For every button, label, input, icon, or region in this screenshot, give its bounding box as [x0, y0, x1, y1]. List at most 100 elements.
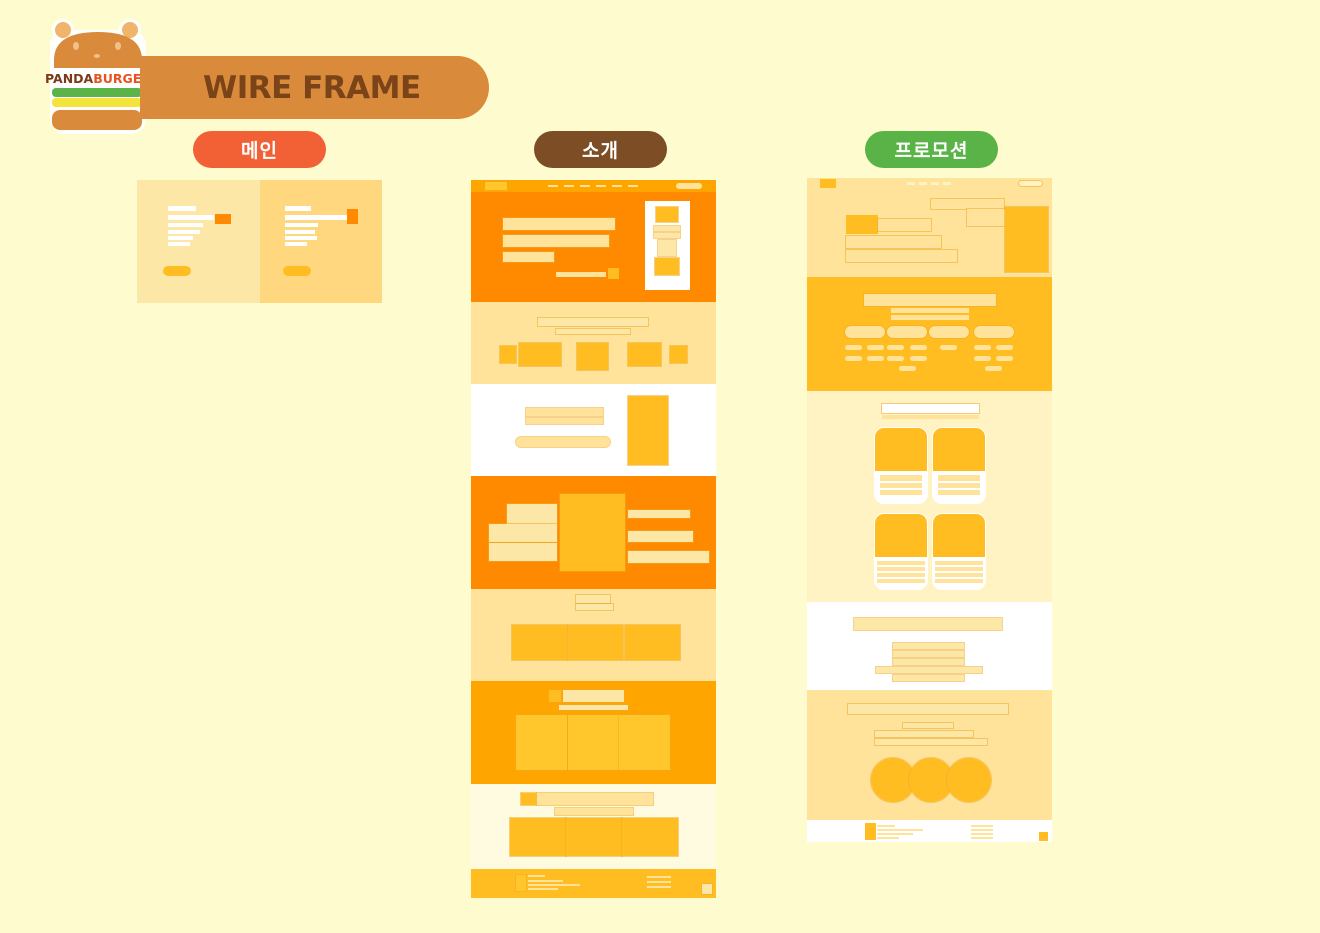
event-item	[985, 366, 1002, 371]
text-block	[168, 242, 190, 246]
coupons-heading	[881, 403, 980, 414]
events-subheading	[891, 315, 969, 320]
highlight-text	[506, 503, 558, 525]
event-item	[910, 356, 927, 361]
reviews-heading	[562, 689, 625, 703]
hero-link-line	[556, 272, 606, 277]
hero-line	[845, 249, 958, 263]
notice-line	[892, 658, 965, 666]
hero-line	[877, 218, 932, 232]
reviews-subheading	[558, 704, 629, 711]
about-wireframe	[471, 180, 716, 898]
hero-title-line	[502, 251, 555, 263]
nav-logo	[484, 181, 508, 191]
hero-image	[1004, 206, 1049, 273]
promo-coupons	[807, 391, 1052, 602]
reviews-icon	[548, 689, 562, 703]
coupon-card-line	[935, 573, 983, 577]
event-item	[867, 356, 884, 361]
footer-line	[971, 837, 993, 839]
brand-circle	[946, 757, 992, 803]
button-placeholder	[163, 266, 191, 276]
brand-heading	[847, 703, 1009, 715]
events-heading	[863, 293, 997, 307]
store-icon	[520, 792, 537, 806]
review-card	[618, 714, 671, 771]
coupon-card-image	[875, 428, 927, 471]
footer-line	[971, 833, 993, 835]
hero-title-line	[502, 234, 610, 248]
text-block	[285, 230, 315, 234]
events-subheading	[891, 308, 969, 313]
coupons-subheading	[882, 415, 979, 419]
text-block	[285, 223, 318, 227]
event-tab	[973, 325, 1015, 339]
coupon-card-image	[933, 428, 985, 471]
hero-label	[846, 215, 878, 234]
text-block	[285, 236, 317, 240]
text-block	[168, 215, 214, 220]
event-item	[996, 345, 1013, 350]
coupon-card-image	[933, 514, 985, 557]
notice-heading	[853, 617, 1003, 631]
section-subheading	[555, 328, 631, 335]
main-panel-right	[260, 180, 382, 303]
nav-logo	[820, 179, 836, 188]
highlight-line	[627, 530, 694, 543]
footer-line	[647, 876, 671, 878]
text-block	[285, 242, 307, 246]
promotion-wireframe	[807, 178, 1052, 842]
coupon-card-line	[935, 561, 983, 565]
accent-block	[347, 209, 358, 224]
image-placeholder	[653, 225, 681, 232]
nav-button	[1018, 180, 1043, 187]
footer-line	[528, 884, 580, 886]
store-card	[509, 817, 567, 857]
gallery-card	[511, 624, 568, 661]
highlight-line	[627, 550, 710, 564]
event-item	[887, 345, 904, 350]
highlight-text	[488, 523, 558, 543]
store-heading	[536, 792, 654, 806]
coupon-card-line	[877, 561, 925, 565]
brand-line	[874, 730, 974, 738]
button-placeholder	[283, 266, 311, 276]
coupon-card-line	[880, 483, 922, 488]
store-subheading	[554, 807, 634, 816]
coupon-card-line	[935, 579, 983, 583]
brand-line	[902, 722, 954, 729]
text-block	[168, 206, 196, 211]
text-block	[285, 215, 347, 220]
event-item	[974, 345, 991, 350]
feature-card	[627, 342, 662, 367]
notice-line	[892, 674, 965, 682]
hero-line	[966, 208, 1008, 227]
footer-line	[647, 886, 671, 888]
footer-line	[528, 875, 545, 877]
footer-line	[971, 829, 993, 831]
event-item	[899, 366, 916, 371]
feature-card	[518, 342, 562, 367]
gallery-card	[624, 624, 681, 661]
text-block	[168, 236, 193, 240]
story-text	[525, 407, 604, 417]
event-tab	[928, 325, 970, 339]
image-placeholder	[654, 257, 680, 276]
text-block	[285, 206, 311, 211]
image-placeholder	[655, 206, 679, 223]
event-item	[910, 345, 927, 350]
coupon-card-line	[938, 490, 980, 495]
store-card	[565, 817, 623, 857]
feature-arrow	[669, 345, 688, 364]
hero-line	[930, 198, 1005, 210]
text-block	[168, 230, 200, 234]
section-heading	[537, 317, 649, 327]
event-item	[867, 345, 884, 350]
notice-line	[875, 666, 983, 674]
event-item	[974, 356, 991, 361]
feature-arrow	[499, 345, 517, 364]
event-item	[887, 356, 904, 361]
hero-line	[845, 235, 942, 249]
nav-button	[676, 183, 702, 189]
coupon-card-line	[877, 579, 925, 583]
